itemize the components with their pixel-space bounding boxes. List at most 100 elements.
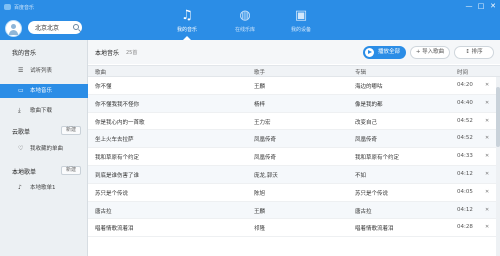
song-album[interactable]: 唐古拉 <box>355 207 372 215</box>
song-album[interactable]: 我和草原有个约定 <box>355 153 399 161</box>
app-logo-icon <box>4 4 11 10</box>
sidebar-item-label: 本地音乐 <box>30 88 53 94</box>
song-time: 04:20 <box>457 82 473 88</box>
page-title: 本地音乐 <box>95 50 120 57</box>
playlist-icon: ♪ <box>18 184 22 191</box>
table-row[interactable]: 你是我心内的一首歌 王力宏 改变自己 04:52 ✕ <box>88 113 500 131</box>
song-time: 04:28 <box>457 224 473 231</box>
download-icon: ⤓ <box>18 107 21 114</box>
music-note-icon: ♫ <box>181 8 193 23</box>
column-header-album[interactable]: 专辑 <box>355 68 366 76</box>
song-title: 我和草原有个约定 <box>95 155 140 162</box>
column-header-artist[interactable]: 歌手 <box>254 68 265 76</box>
scrollbar[interactable] <box>496 77 500 256</box>
song-title: 你不懂我我不怪你 <box>95 101 140 108</box>
song-album[interactable]: 凤凰传奇 <box>355 135 377 143</box>
song-album[interactable]: 苏只是个传说 <box>355 189 388 197</box>
table-row[interactable]: 我和草原有个约定 凤凰传奇 我和草原有个约定 04:33 ✕ <box>88 148 500 166</box>
tab-online-library[interactable]: ◍ 在线乐库 <box>220 6 270 40</box>
delete-icon[interactable]: ✕ <box>485 153 489 159</box>
sidebar-item-trial-list[interactable]: ☰ 试听列表 <box>0 64 88 78</box>
minimize-icon[interactable]: — <box>465 2 473 10</box>
delete-icon[interactable]: ✕ <box>485 224 489 230</box>
song-album[interactable]: 海边的嘟咕 <box>355 82 383 90</box>
window-controls: — □ ✕ <box>465 2 497 10</box>
song-title: 你不懂 <box>95 84 112 90</box>
song-album[interactable]: 像是我的都 <box>355 100 383 108</box>
song-title: 唐古拉 <box>95 208 112 215</box>
new-local-playlist-button[interactable]: 新建 <box>61 166 81 175</box>
song-artist[interactable]: 王麟 <box>254 207 265 215</box>
song-artist[interactable]: 凤凰传奇 <box>254 135 276 143</box>
song-time: 04:33 <box>457 153 473 160</box>
list-icon: ☰ <box>18 67 24 74</box>
song-list: 你不懂 王麟 海边的嘟咕 04:20 ✕ 你不懂我我不怪你 杨梓 像是我的都 0… <box>88 77 500 256</box>
table-header: 歌曲 歌手 专辑 时间 <box>88 65 500 77</box>
song-artist[interactable]: 陈旭 <box>254 189 265 197</box>
table-row[interactable]: 坐上火车去拉萨 凤凰传奇 凤凰传奇 04:52 ✕ <box>88 130 500 149</box>
delete-icon[interactable]: ✕ <box>485 171 489 177</box>
sidebar: 我的音乐 ☰ 试听列表 ▭ 本地音乐 ⤓ 歌曲下载 云歌单 新建 ♡ 我收藏的单… <box>0 40 88 256</box>
sort-button[interactable]: ↕ 排序 <box>454 46 494 59</box>
song-artist[interactable]: 杨梓 <box>254 100 265 108</box>
song-title: 坐上火车去拉萨 <box>95 137 134 144</box>
song-artist[interactable]: 庞龙,郭沃 <box>254 171 278 179</box>
song-count: 25首 <box>126 50 138 56</box>
computer-icon: ▭ <box>18 87 24 94</box>
sidebar-item-label: 歌曲下载 <box>30 108 53 114</box>
close-icon[interactable]: ✕ <box>489 2 497 10</box>
table-row[interactable]: 你不懂我我不怪你 杨梓 像是我的都 04:40 ✕ <box>88 94 500 113</box>
tab-label: 在线乐库 <box>234 27 255 33</box>
sidebar-item-downloads[interactable]: ⤓ 歌曲下载 <box>0 104 88 118</box>
table-row[interactable]: 到底是谁伤害了谁 庞龙,郭沃 不如 04:12 ✕ <box>88 165 500 184</box>
tab-my-devices[interactable]: ▣ 我的设备 <box>276 6 326 40</box>
song-title: 苏只是个传说 <box>95 190 129 197</box>
column-header-title[interactable]: 歌曲 <box>95 68 106 76</box>
sidebar-heading-my-music: 我的音乐 <box>12 50 37 57</box>
search-icon[interactable] <box>73 24 79 30</box>
song-title: 你是我心内的一首歌 <box>95 119 145 126</box>
song-album[interactable]: 不如 <box>355 171 366 179</box>
tab-my-music[interactable]: ♫ 我的音乐 <box>162 6 212 40</box>
song-artist[interactable]: 王力宏 <box>254 118 271 126</box>
song-time: 04:05 <box>457 188 473 195</box>
play-all-label: 播放全部 <box>378 49 401 55</box>
main-panel: 本地音乐 25首 播放全部 + 导入歌曲 ↕ 排序 歌曲 歌手 专辑 时间 你不… <box>88 40 500 256</box>
devices-icon: ▣ <box>294 8 308 23</box>
sidebar-item-local-music[interactable]: ▭ 本地音乐 <box>0 84 88 98</box>
sidebar-item-label: 试听列表 <box>30 68 53 74</box>
delete-icon[interactable]: ✕ <box>485 100 489 106</box>
sidebar-item-local-playlist-1[interactable]: ♪ 本地歌单1 <box>0 181 88 195</box>
avatar[interactable] <box>5 20 22 37</box>
new-cloud-playlist-button[interactable]: 新建 <box>61 126 81 135</box>
main-header: 本地音乐 25首 播放全部 + 导入歌曲 ↕ 排序 <box>88 40 500 64</box>
table-row[interactable]: 你不懂 王麟 海边的嘟咕 04:20 ✕ <box>88 77 500 95</box>
table-row[interactable]: 苏只是个传说 陈旭 苏只是个传说 04:05 ✕ <box>88 184 500 202</box>
table-row[interactable]: 唱着情歌流着泪 祁隆 唱着情歌流着泪 04:28 ✕ <box>88 219 500 238</box>
song-album[interactable]: 唱着情歌流着泪 <box>355 224 394 232</box>
song-artist[interactable]: 祁隆 <box>254 224 265 232</box>
delete-icon[interactable]: ✕ <box>485 207 489 213</box>
song-time: 04:52 <box>457 135 473 142</box>
tab-label: 我的音乐 <box>176 27 197 33</box>
delete-icon[interactable]: ✕ <box>485 135 489 141</box>
table-row[interactable]: 唐古拉 王麟 唐古拉 04:12 ✕ <box>88 201 500 220</box>
song-title: 到底是谁伤害了谁 <box>95 172 140 179</box>
delete-icon[interactable]: ✕ <box>485 82 489 88</box>
import-songs-button[interactable]: + 导入歌曲 <box>410 46 450 59</box>
song-artist[interactable]: 王麟 <box>254 82 265 90</box>
delete-icon[interactable]: ✕ <box>485 189 489 195</box>
column-header-time[interactable]: 时间 <box>457 68 468 76</box>
song-album[interactable]: 改变自己 <box>355 118 377 126</box>
delete-icon[interactable]: ✕ <box>485 118 489 124</box>
scrollbar-thumb[interactable] <box>496 87 500 147</box>
song-artist[interactable]: 凤凰传奇 <box>254 153 276 161</box>
sidebar-item-favorites[interactable]: ♡ 我收藏的单曲 <box>0 142 88 156</box>
globe-icon: ◍ <box>239 8 251 23</box>
play-all-button[interactable]: 播放全部 <box>363 46 406 59</box>
sidebar-heading-cloud: 云歌单 <box>12 129 31 136</box>
song-time: 04:52 <box>457 117 473 124</box>
sidebar-item-label: 本地歌单1 <box>30 185 56 191</box>
maximize-icon[interactable]: □ <box>477 2 485 10</box>
song-time: 04:12 <box>457 206 473 213</box>
